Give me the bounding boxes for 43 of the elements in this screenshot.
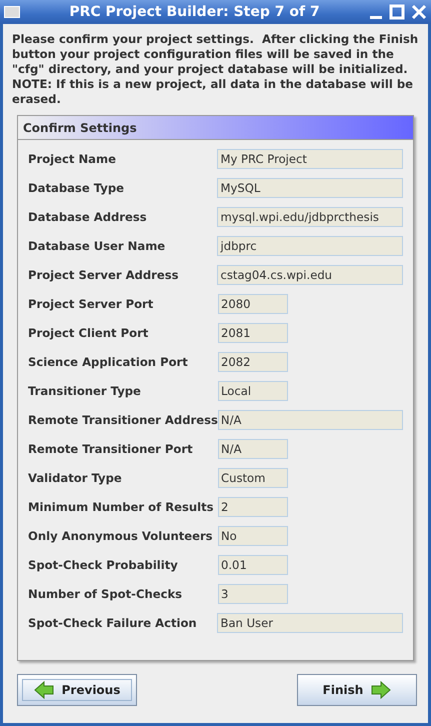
setting-label: Database Address [28,210,148,224]
setting-label: Project Server Port [28,297,154,311]
instructions-text: Please confirm your project settings. After clicking the Finish button your project configuration files will be saved in the "cfg" directory, and your project database will be initialized. NOTE: If this is a new project, all data in the database will be erased. [12,32,420,107]
setting-field[interactable]: jdbprc [217,236,403,256]
setting-label: Transitioner Type [28,384,142,398]
setting-field[interactable]: 2 [218,497,288,517]
setting-field[interactable]: cstag04.cs.wpi.edu [217,265,403,285]
setting-label: Remote Transitioner Port [28,442,194,456]
setting-field[interactable]: Custom [218,468,288,488]
setting-label: Spot-Check Probability [28,558,179,572]
window-title: PRC Project Builder: Step 7 of 7 [68,4,321,20]
right-arrow-icon [371,681,392,699]
setting-label: Spot-Check Failure Action [28,616,198,630]
setting-label: Validator Type [28,471,123,485]
maximize-icon[interactable] [389,4,405,20]
previous-button[interactable]: Previous [17,674,137,706]
setting-field[interactable]: mysql.wpi.edu/jdbprcthesis [217,207,403,227]
setting-label: Project Server Address [28,268,180,282]
setting-label: Database Type [28,181,125,195]
setting-label: Minimum Number of Results [28,500,215,514]
setting-field[interactable]: 2082 [218,352,288,372]
setting-field[interactable]: Local [218,381,288,401]
setting-field[interactable]: 2081 [218,323,288,343]
setting-label: Project Name [28,152,117,166]
setting-label: Science Application Port [28,355,189,369]
setting-label: Remote Transitioner Address [28,413,218,427]
setting-field[interactable]: MySQL [217,178,403,198]
close-icon[interactable] [411,4,427,20]
setting-label: Database User Name [28,239,166,253]
setting-field[interactable]: No [218,526,288,546]
setting-field[interactable]: 2080 [218,294,288,314]
setting-field[interactable]: 0.01 [218,555,288,575]
setting-field[interactable]: N/A [218,410,403,430]
setting-label: Project Client Port [28,326,150,340]
panel-title: Confirm Settings [18,116,413,140]
setting-label: Only Anonymous Volunteers [28,529,214,543]
finish-button[interactable]: Finish [297,674,417,706]
setting-field[interactable]: Ban User [217,613,403,633]
left-arrow-icon [34,681,54,699]
setting-field[interactable]: 3 [218,584,288,604]
setting-field[interactable]: My PRC Project [217,149,403,169]
setting-field[interactable]: N/A [218,439,288,459]
setting-label: Number of Spot-Checks [28,587,184,601]
